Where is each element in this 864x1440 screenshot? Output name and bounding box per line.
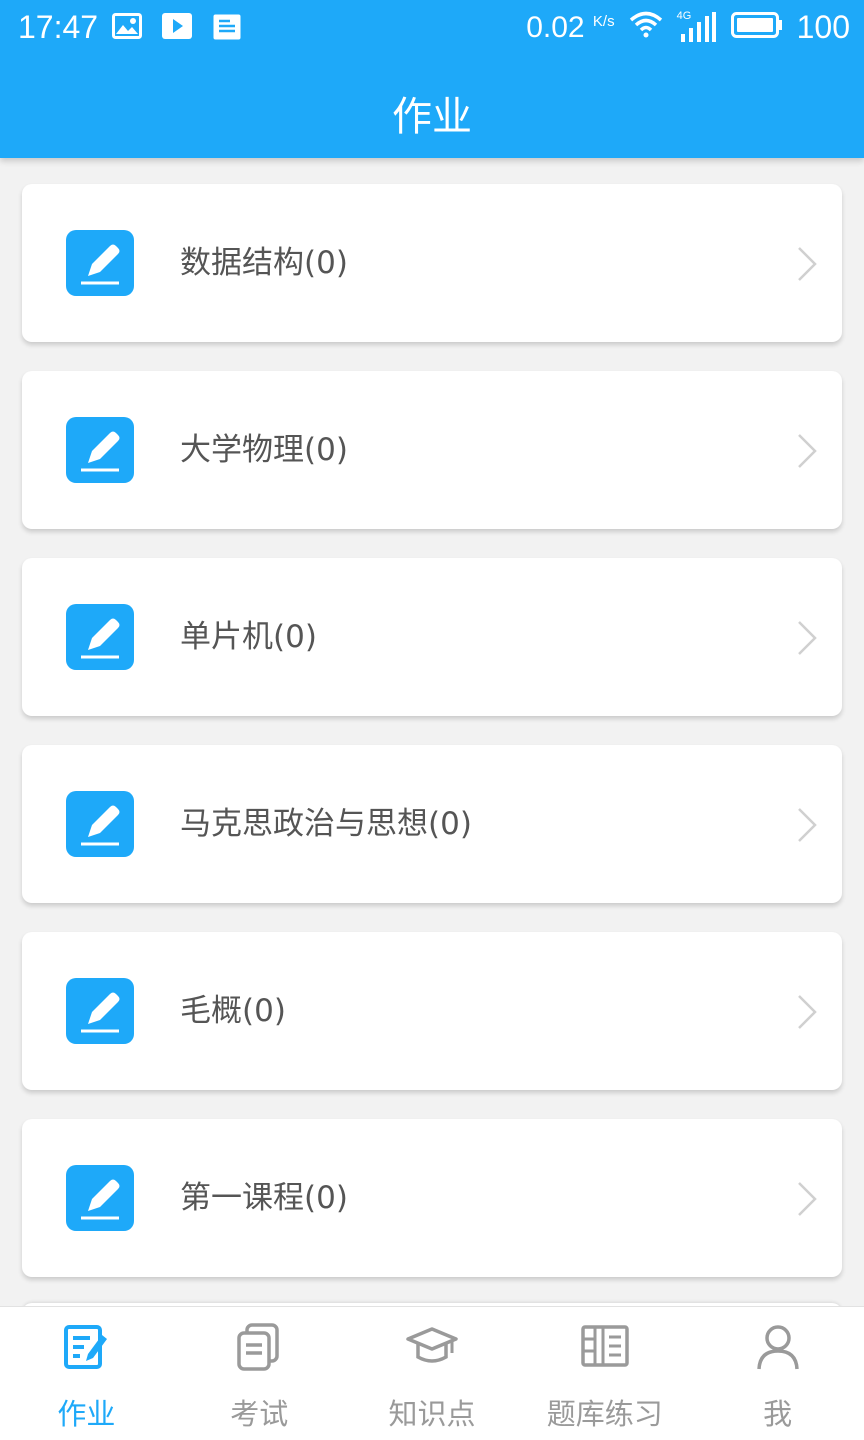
course-label: 单片机(0) [180,619,317,655]
tab-label: 作业 [57,1397,116,1431]
tab-knowledge[interactable]: 知识点 [346,1307,519,1440]
bottom-tab-bar: 作业 考试 知识点 题库练习 我 [0,1306,864,1440]
course-card[interactable]: 第一课程(0) [22,1119,842,1277]
edit-icon [66,978,134,1044]
chevron-right-icon [796,994,818,1034]
tab-label: 知识点 [388,1397,476,1431]
chevron-right-icon [796,620,818,660]
course-label: 数据结构(0) [180,245,348,281]
edit-icon [66,791,134,857]
edit-icon [66,230,134,296]
network-speed: 0.02 K/s [526,10,615,44]
battery-level: 100 [796,9,850,45]
course-card[interactable]: 数据结构(0) [22,184,842,342]
chevron-right-icon [796,807,818,847]
play-icon [162,13,192,45]
course-label: 第一课程(0) [180,1180,348,1216]
battery-icon [730,9,783,46]
tab-question-bank[interactable]: 题库练习 [518,1307,691,1440]
course-label: 毛概(0) [180,993,286,1029]
course-list: 数据结构(0) 大学物理(0) 单片机(0) 马克思政治与思想(0) 毛概(0) [22,184,842,1306]
course-card[interactable]: 单片机(0) [22,558,842,716]
edit-icon [66,1165,134,1231]
tab-me[interactable]: 我 [691,1307,864,1440]
status-notification-icons [112,13,242,45]
status-bar: 17:47 0.02 K/s 4G 100 [0,0,864,56]
signal-icon: 4G [677,10,717,44]
document-icon [212,13,242,45]
wifi-icon [629,9,663,46]
status-right: 0.02 K/s 4G 100 [526,9,850,46]
person-icon [752,1321,804,1373]
tab-label: 我 [763,1397,793,1431]
tab-exam[interactable]: 考试 [173,1307,346,1440]
page-title: 作业 [392,94,472,140]
homework-icon [60,1321,112,1373]
chevron-right-icon [796,246,818,286]
status-time: 17:47 [18,9,99,45]
image-icon [112,13,142,45]
tab-homework[interactable]: 作业 [0,1307,173,1440]
course-label: 大学物理(0) [180,432,348,468]
chevron-right-icon [796,433,818,473]
edit-icon [66,604,134,670]
edit-icon [66,417,134,483]
app-header: 17:47 0.02 K/s 4G 100 作业 [0,0,864,158]
course-card[interactable]: 马克思政治与思想(0) [22,745,842,903]
course-label: 马克思政治与思想(0) [180,806,472,842]
chevron-right-icon [796,1181,818,1221]
exam-icon [233,1321,285,1373]
graduation-cap-icon [406,1321,458,1373]
question-bank-icon [579,1321,631,1373]
course-card[interactable]: 毛概(0) [22,932,842,1090]
tab-label: 题库练习 [546,1397,663,1431]
course-card[interactable]: 大学物理(0) [22,371,842,529]
tab-label: 考试 [230,1397,289,1431]
